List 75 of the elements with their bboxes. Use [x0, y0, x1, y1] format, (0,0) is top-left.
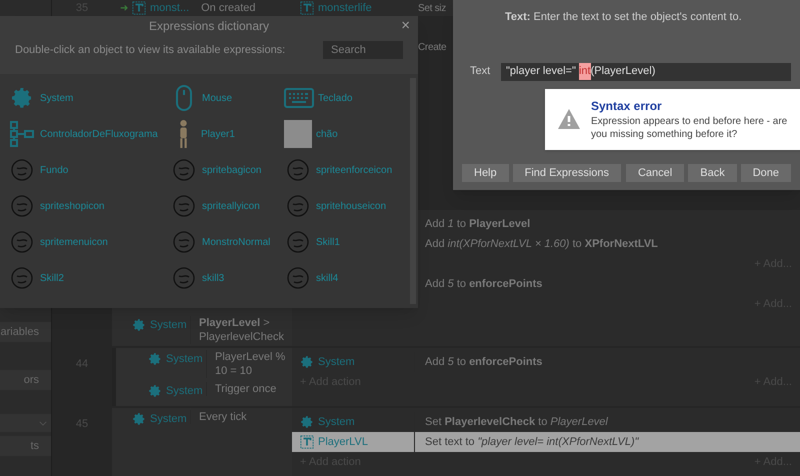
object-item[interactable]: spriteallyicon [170, 188, 284, 224]
action-text: Add 5 to enforcePoints [424, 276, 542, 292]
description-text: Text: Enter the text to set the object's content to. [505, 10, 743, 25]
object-item[interactable]: Player1 [170, 116, 284, 152]
object-item[interactable]: skill3 [170, 260, 284, 296]
text-object-icon [300, 1, 314, 15]
object-name: System [166, 352, 203, 367]
dialog-button[interactable]: Help [462, 164, 509, 182]
dialog-button[interactable]: Back [688, 164, 737, 182]
gear-icon [148, 352, 162, 366]
chevron-down-icon [39, 420, 47, 426]
action-text: Create [418, 41, 446, 55]
action-text: Add 5 to enforcePoints [424, 354, 542, 370]
condition-text: Trigger once [206, 382, 276, 396]
object-name: System [318, 414, 355, 430]
object-item[interactable]: Skill1 [284, 224, 410, 260]
instruction-text: Double-click an object to view its available expressions: [15, 42, 286, 58]
object-item[interactable]: spritemenuicon [8, 224, 170, 260]
object-item[interactable]: spriteenforceicon [284, 152, 410, 188]
condition-text: Every tick [190, 410, 247, 424]
action-text: Set PlayerlevelCheck to PlayerLevel [424, 414, 608, 430]
object-item[interactable]: MonstroNormal [170, 224, 284, 260]
sprite-thumbnail [284, 120, 312, 148]
action-row[interactable]: System Add 5 to enforcePoints [292, 352, 800, 372]
object-item[interactable]: ControladorDeFluxograma [8, 116, 170, 152]
object-item[interactable]: Skill2 [8, 260, 170, 296]
object-item[interactable]: spritehouseicon [284, 188, 410, 224]
character-sprite-icon [179, 120, 188, 148]
object-item[interactable]: Teclado [284, 80, 410, 116]
window-title: Expressions dictionary [148, 18, 270, 35]
dropdown[interactable] [0, 414, 51, 432]
text-input-field[interactable]: "player level=" int(PlayerLevel) [501, 62, 791, 80]
gear-icon [132, 318, 146, 332]
dialog-button[interactable]: Cancel [626, 164, 684, 182]
dialog-button[interactable]: Find Expressions [512, 164, 621, 182]
gear-icon [132, 412, 146, 426]
object-name: PlayerLVL [318, 434, 368, 450]
object-item[interactable]: spritebagicon [170, 152, 284, 188]
object-item[interactable]: Fundo [8, 152, 170, 188]
object-item[interactable]: skill4 [284, 260, 410, 296]
object-item[interactable]: spriteshopicon [8, 188, 170, 224]
object-item[interactable]: System [8, 80, 170, 116]
object-name: monst... [150, 0, 190, 16]
object-name: System [150, 318, 187, 333]
gear-icon [300, 415, 314, 429]
gear-icon [148, 384, 162, 398]
action-row[interactable]: Add int(XPforNextLVL × 1.60) to XPforNextLVL [415, 234, 800, 254]
action-text: Add 1 to PlayerLevel [424, 216, 530, 232]
action-row[interactable]: Add 5 to enforcePoints [415, 274, 800, 294]
text-object-icon [132, 1, 146, 15]
flowchart-icon [8, 120, 36, 148]
object-item[interactable]: chão [284, 116, 410, 152]
close-button[interactable]: × [397, 16, 414, 36]
object-item[interactable]: Mouse [170, 80, 284, 116]
arrow-icon: ➜ [120, 0, 128, 16]
warning-icon [557, 108, 581, 130]
error-title: Syntax error [591, 98, 663, 115]
action-row[interactable]: Add 1 to PlayerLevel [415, 214, 800, 234]
text-object-icon [300, 435, 314, 449]
condition-text: On created [201, 0, 256, 16]
field-label: Text [470, 64, 492, 80]
object-name: System [318, 354, 355, 370]
error-message: Expression appears to end before here - are you missing something before it? [591, 115, 788, 141]
action-row[interactable]: PlayerLVL Set text to "player level= int(XPforNextLVL)" [292, 432, 800, 452]
dialog-button[interactable]: Done [740, 164, 791, 182]
action-text: Add int(XPforNextLVL × 1.60) to XPforNextLVL [424, 236, 658, 252]
action-text: Set siz [417, 2, 446, 16]
object-name: System [150, 412, 187, 427]
gear-icon [300, 355, 314, 369]
search-field[interactable]: Search [323, 41, 403, 59]
gear-icon [10, 86, 34, 110]
object-name: monsterlife [318, 0, 372, 16]
keyboard-icon [284, 88, 314, 108]
action-text: Set text to "player level= int(XPforNextLVL)" [424, 434, 639, 450]
object-name: System [166, 384, 203, 399]
